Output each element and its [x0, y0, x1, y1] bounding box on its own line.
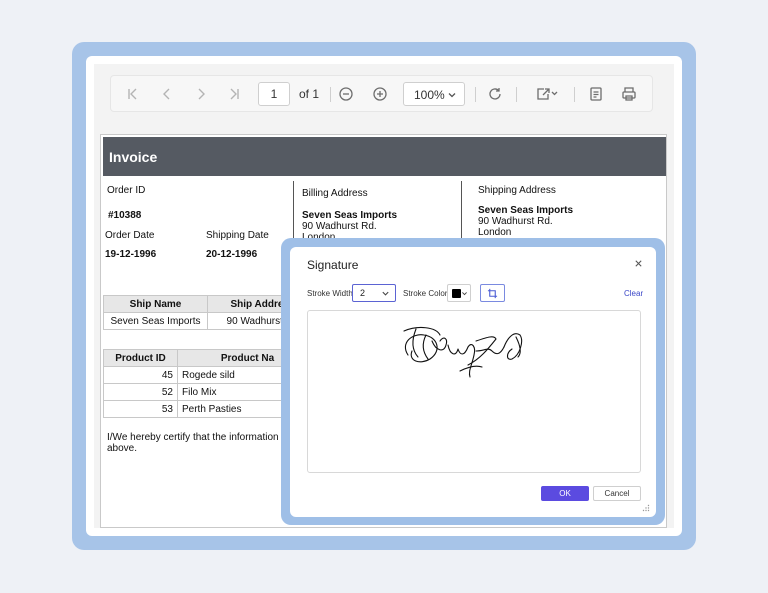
table-cell: Seven Seas Imports	[103, 312, 208, 330]
previous-page-icon[interactable]	[157, 84, 177, 104]
zoom-dropdown[interactable]: 100%	[403, 82, 465, 106]
chevron-down-icon	[462, 292, 467, 296]
stroke-width-dropdown[interactable]: 2	[352, 284, 396, 302]
crop-icon	[487, 288, 498, 298]
stroke-width-value: 2	[360, 288, 366, 298]
order-date-value: 19-12-1996	[105, 249, 157, 260]
certify-text: above.	[107, 443, 138, 454]
order-id-label: Order ID	[107, 185, 146, 196]
rotate-icon[interactable]	[485, 84, 505, 104]
first-page-icon[interactable]	[123, 84, 143, 104]
table-header-cell: Product ID	[103, 349, 178, 367]
signature-canvas[interactable]	[307, 310, 641, 473]
crop-button[interactable]	[480, 284, 505, 302]
table-cell: 53	[103, 400, 178, 418]
zoom-value: 100%	[414, 88, 445, 102]
invoice-title: Invoice	[109, 149, 158, 165]
toolbar-divider	[516, 87, 517, 102]
toolbar-divider	[574, 87, 575, 102]
stroke-color-label: Stroke Color	[403, 289, 448, 298]
billing-street: 90 Wadhurst Rd.	[302, 221, 377, 232]
dialog-title: Signature	[307, 258, 359, 272]
shipping-street: 90 Wadhurst Rd.	[478, 216, 553, 227]
zoom-in-icon[interactable]	[370, 84, 390, 104]
toolbar-divider	[330, 87, 331, 102]
page-count: of 1	[299, 87, 320, 101]
stroke-width-label: Stroke Width	[307, 289, 353, 298]
stroke-color-picker[interactable]	[447, 284, 471, 302]
shipping-name: Seven Seas Imports	[478, 205, 574, 216]
billing-name: Seven Seas Imports	[302, 210, 398, 221]
page-number-input[interactable]: 1	[258, 82, 290, 106]
close-icon[interactable]	[631, 256, 645, 270]
next-page-icon[interactable]	[191, 84, 211, 104]
certify-text: I/We hereby certify that the information…	[107, 432, 299, 443]
shipping-city: London	[478, 227, 512, 238]
table-cell: 45	[103, 366, 178, 384]
cancel-button[interactable]: Cancel	[593, 486, 641, 501]
table-header-cell: Ship Name	[103, 295, 208, 313]
last-page-icon[interactable]	[224, 84, 244, 104]
signature-dialog: Signature Stroke Width 2 Stroke Color Cl…	[290, 247, 656, 517]
order-date-label: Order Date	[105, 230, 155, 241]
shipping-date-label: Shipping Date	[206, 230, 269, 241]
annotation-icon[interactable]	[586, 84, 606, 104]
toolbar-divider	[475, 87, 476, 102]
print-icon[interactable]	[619, 84, 639, 104]
chevron-down-icon	[382, 291, 389, 296]
table-cell: 52	[103, 383, 178, 401]
ok-button[interactable]: OK	[541, 486, 589, 501]
clear-button[interactable]: Clear	[624, 289, 643, 298]
viewer-toolbar: 1 of 1 100%	[110, 75, 653, 112]
resize-handle-icon[interactable]	[642, 504, 650, 512]
signature-stroke	[403, 326, 523, 378]
shipping-date-value: 20-12-1996	[206, 249, 258, 260]
color-swatch	[452, 289, 461, 298]
order-id-value: #10388	[108, 210, 142, 221]
billing-address-label: Billing Address	[302, 188, 368, 199]
export-icon[interactable]	[532, 84, 560, 104]
shipping-address-label: Shipping Address	[478, 185, 556, 196]
invoice-header: Invoice	[103, 137, 666, 176]
chevron-down-icon	[448, 93, 456, 98]
zoom-out-icon[interactable]	[336, 84, 356, 104]
